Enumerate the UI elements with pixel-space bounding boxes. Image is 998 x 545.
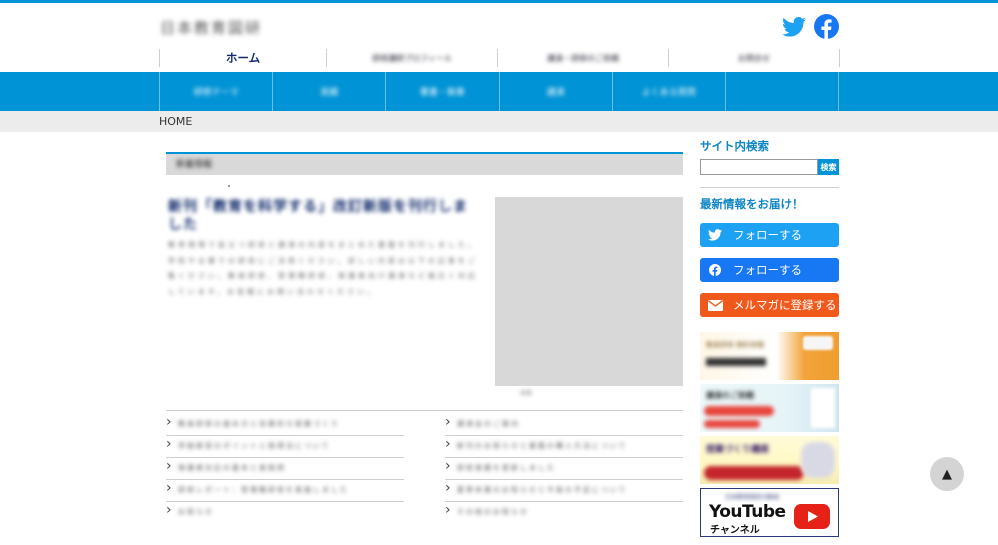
banner-1-heading	[706, 358, 766, 366]
sub-nav-label: 研修テーマ	[193, 88, 239, 98]
list-item[interactable]: 夏季休業のお知らせと今後の予定について	[445, 480, 683, 502]
list-item-text: 学級経営のポイントと指導法について	[178, 442, 331, 450]
list-item[interactable]: 保護者対応の基本と実践例	[166, 458, 404, 480]
list-item-text: 講演会のご案内	[457, 420, 520, 428]
sub-nav-label: 著書・執筆	[419, 88, 465, 98]
back-to-top-button[interactable]: ▲	[930, 457, 964, 491]
youtube-banner-title: YouTube	[709, 502, 786, 522]
youtube-banner-top-text: 日本教育図研の動画	[725, 494, 780, 501]
twitter-follow-button[interactable]: フォローする	[700, 223, 839, 247]
banner-1-badge	[803, 336, 833, 350]
site-logo-text: 日本教育図研	[160, 18, 263, 37]
nav-item-label: お問合せ	[738, 53, 770, 63]
image-caption: 画像	[520, 390, 533, 397]
top-accent-bar	[0, 0, 998, 3]
article-list-right: 講演会のご案内 新刊のお知らせと書籍の購入方法について 研修実績を更新しました …	[445, 414, 683, 523]
banner-3-illustration	[801, 442, 835, 478]
list-item-text: 新刊のお知らせと書籍の購入方法について	[457, 442, 628, 450]
site-logo[interactable]: 日本教育図研	[160, 17, 262, 37]
nav-item-request[interactable]: 講演・研修のご依頼	[497, 49, 668, 67]
youtube-channel-banner[interactable]: 日本教育図研の動画 YouTube チャンネル	[700, 488, 839, 537]
banner-1[interactable]: 教員研修 無料体験	[700, 332, 839, 380]
global-nav: ホーム 研修講師プロフィール 講演・研修のご依頼 お問合せ	[159, 49, 840, 67]
nav-item-label: 研修講師プロフィール	[372, 53, 452, 63]
sub-nav-label: 実績	[320, 88, 339, 98]
banner-2[interactable]: 講演のご依頼	[700, 384, 839, 432]
article-title[interactable]: 新刊「教育を科学する」改訂新版を刊行しました	[168, 198, 478, 234]
banner-3-text: 授業づくり講座	[706, 445, 770, 455]
content-divider	[166, 410, 683, 411]
nav-item-label: ホーム	[225, 51, 261, 65]
facebook-follow-label: フォローする	[733, 263, 802, 277]
list-item[interactable]: その他のお知らせ	[445, 502, 683, 523]
newsletter-subscribe-label: メルマガに登録する	[733, 298, 837, 312]
search-button[interactable]: 検索	[818, 159, 839, 175]
list-item[interactable]: 研修レポート：管理職研修を実施しました	[166, 480, 404, 502]
twitter-follow-label: フォローする	[733, 228, 802, 242]
list-item[interactable]: 研修実績を更新しました	[445, 458, 683, 480]
sub-nav-item[interactable]: 著書・執筆	[385, 72, 498, 111]
section-heading-label: 新着情報	[176, 160, 213, 170]
article-excerpt: 教育現場で役立つ研修と講演の内容をまとめた書籍を刊行しました。学校や企業での研修…	[168, 241, 478, 296]
list-item[interactable]: お知らせ	[166, 502, 404, 523]
search-input[interactable]	[700, 159, 818, 175]
sub-nav-item[interactable]: 講演	[498, 72, 612, 111]
youtube-play-icon	[794, 504, 830, 529]
triangle-up-icon: ▲	[942, 466, 952, 482]
nav-item-home[interactable]: ホーム	[159, 49, 326, 67]
list-item-text: 教員研修の進め方と効果的な授業づくり	[178, 420, 340, 428]
sidebar-divider	[700, 187, 839, 188]
list-item-text: お知らせ	[178, 508, 214, 516]
header-social-links	[782, 14, 839, 43]
twitter-icon	[707, 227, 723, 243]
banner-3-ribbon	[704, 466, 804, 480]
mail-icon	[707, 297, 723, 313]
banner-2-ribbon	[704, 406, 774, 416]
list-item-text: 夏季休業のお知らせと今後の予定について	[457, 486, 628, 494]
list-item[interactable]: 学級経営のポイントと指導法について	[166, 436, 404, 458]
newsletter-subscribe-button[interactable]: メルマガに登録する	[700, 293, 839, 317]
date-marker	[228, 185, 230, 187]
banner-1-text: 教員研修 無料体験	[706, 341, 765, 349]
breadcrumb: HOME	[0, 111, 998, 132]
nav-item-label: 講演・研修のご依頼	[547, 53, 619, 63]
sub-nav-item[interactable]: 実績	[272, 72, 385, 111]
banner-2-ribbon	[704, 420, 760, 428]
search-heading: サイト内検索	[700, 139, 769, 153]
facebook-icon	[707, 262, 723, 278]
article-thumbnail[interactable]	[495, 197, 683, 386]
sub-nav-label: 講演	[546, 88, 565, 98]
sub-nav-item[interactable]	[724, 72, 840, 111]
sub-nav-bar: 研修テーマ 実績 著書・執筆 講演 よくある質問	[0, 72, 998, 111]
list-item[interactable]: 教員研修の進め方と効果的な授業づくり	[166, 414, 404, 436]
list-item-text: その他のお知らせ	[457, 508, 529, 516]
follow-heading: 最新情報をお届け！	[700, 197, 804, 211]
sub-nav-item[interactable]: よくある質問	[611, 72, 725, 111]
list-item[interactable]: 講演会のご案内	[445, 414, 683, 436]
sub-nav-item[interactable]: 研修テーマ	[159, 72, 272, 111]
banner-2-text: 講演のご依頼	[706, 391, 754, 400]
list-item-text: 研修レポート：管理職研修を実施しました	[178, 486, 349, 494]
site-search: 検索	[700, 159, 839, 175]
breadcrumb-home-link[interactable]: HOME	[159, 115, 192, 128]
list-item[interactable]: 新刊のお知らせと書籍の購入方法について	[445, 436, 683, 458]
facebook-follow-button[interactable]: フォローする	[700, 258, 839, 282]
list-item-text: 研修実績を更新しました	[457, 464, 556, 472]
article-list-left: 教員研修の進め方と効果的な授業づくり 学級経営のポイントと指導法について 保護者…	[166, 414, 404, 523]
nav-item-profile[interactable]: 研修講師プロフィール	[326, 49, 497, 67]
twitter-icon[interactable]	[782, 16, 806, 41]
facebook-icon[interactable]	[814, 14, 839, 43]
list-item-text: 保護者対応の基本と実践例	[178, 464, 286, 472]
sidebar: サイト内検索 検索 最新情報をお届け！ フォローする フォローする メルマガに登…	[700, 138, 839, 537]
nav-item-contact[interactable]: お問合せ	[668, 49, 840, 67]
section-heading: 新着情報	[166, 152, 683, 175]
banner-3[interactable]: 授業づくり講座	[700, 436, 839, 484]
youtube-banner-subtitle: チャンネル	[710, 525, 760, 536]
sub-nav-label: よくある質問	[641, 88, 696, 98]
banner-2-photo	[811, 388, 835, 428]
